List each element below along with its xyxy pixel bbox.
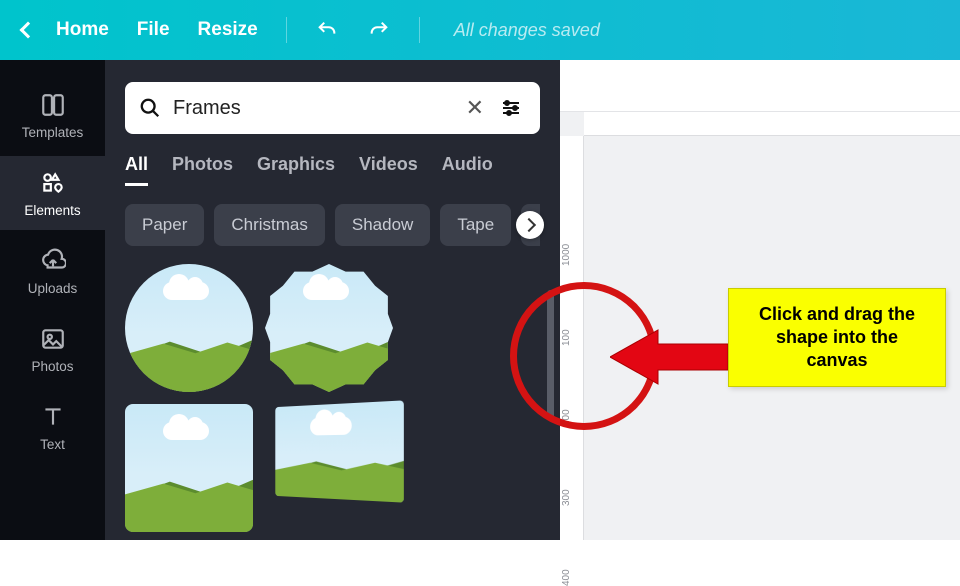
resize-button[interactable]: Resize xyxy=(198,19,258,41)
ruler-tick: 400 xyxy=(561,569,572,586)
tab-all[interactable]: All xyxy=(125,154,148,186)
top-toolbar: Home File Resize All changes saved xyxy=(0,0,960,60)
filter-tabs: All Photos Graphics Videos Audio xyxy=(125,154,540,186)
toolbar-divider xyxy=(286,17,287,43)
rail-label: Text xyxy=(40,437,65,452)
frame-circle[interactable] xyxy=(125,264,253,392)
filter-button[interactable] xyxy=(496,93,526,123)
annotation-arrow-icon xyxy=(610,322,730,392)
uploads-icon xyxy=(39,247,67,275)
sidebar-rail: Templates Elements Uploads Photos Text xyxy=(0,60,105,540)
templates-icon xyxy=(39,91,67,119)
rail-label: Uploads xyxy=(28,281,78,296)
search-box[interactable]: ✕ xyxy=(125,82,540,134)
rail-label: Templates xyxy=(22,125,84,140)
text-icon xyxy=(39,403,67,431)
frame-results xyxy=(125,264,540,540)
photos-icon xyxy=(39,325,67,353)
elements-panel: ✕ All Photos Graphics Videos Audio Paper… xyxy=(105,60,560,540)
results-scrollbar[interactable] xyxy=(547,290,554,550)
rail-uploads[interactable]: Uploads xyxy=(0,234,105,308)
sliders-icon xyxy=(499,96,523,120)
rail-label: Elements xyxy=(24,203,80,218)
rail-label: Photos xyxy=(31,359,73,374)
context-toolbar xyxy=(560,60,960,112)
ruler-tick: 200 xyxy=(561,409,572,426)
ruler-tick: 300 xyxy=(561,489,572,506)
rail-templates[interactable]: Templates xyxy=(0,78,105,152)
rail-text[interactable]: Text xyxy=(0,390,105,464)
ruler-vertical: 1000 100 200 300 400 xyxy=(560,136,584,540)
clear-search-icon[interactable]: ✕ xyxy=(466,95,484,121)
ruler-horizontal xyxy=(584,112,960,136)
rail-photos[interactable]: Photos xyxy=(0,312,105,386)
tab-audio[interactable]: Audio xyxy=(442,154,493,186)
tab-graphics[interactable]: Graphics xyxy=(257,154,335,186)
elements-icon xyxy=(39,169,67,197)
save-status: All changes saved xyxy=(454,20,600,41)
ruler-tick: 100 xyxy=(561,329,572,346)
frame-scalloped[interactable] xyxy=(265,264,393,392)
chip-paper[interactable]: Paper xyxy=(125,204,204,246)
frame-perspective[interactable] xyxy=(275,400,404,502)
chip-tape[interactable]: Tape xyxy=(440,204,511,246)
rail-elements[interactable]: Elements xyxy=(0,156,105,230)
ruler-tick: 1000 xyxy=(561,244,572,266)
toolbar-divider xyxy=(419,17,420,43)
chips-scroll-right[interactable] xyxy=(516,211,544,239)
undo-button[interactable] xyxy=(315,18,339,42)
suggestion-chips: Paper Christmas Shadow Tape Ba xyxy=(125,204,540,246)
chip-shadow[interactable]: Shadow xyxy=(335,204,430,246)
tab-photos[interactable]: Photos xyxy=(172,154,233,186)
back-icon[interactable] xyxy=(20,22,37,39)
frame-square[interactable] xyxy=(125,404,253,532)
chip-christmas[interactable]: Christmas xyxy=(214,204,325,246)
search-input[interactable] xyxy=(173,97,454,120)
callout-line: Click and drag the xyxy=(739,303,935,326)
search-icon xyxy=(139,97,161,119)
redo-button[interactable] xyxy=(367,18,391,42)
tab-videos[interactable]: Videos xyxy=(359,154,418,186)
redo-icon xyxy=(368,19,390,41)
file-menu[interactable]: File xyxy=(137,19,170,41)
undo-icon xyxy=(316,19,338,41)
callout-line: shape into the xyxy=(739,326,935,349)
annotation-callout: Click and drag the shape into the canvas xyxy=(728,288,946,387)
callout-line: canvas xyxy=(739,349,935,372)
home-button[interactable]: Home xyxy=(56,19,109,41)
